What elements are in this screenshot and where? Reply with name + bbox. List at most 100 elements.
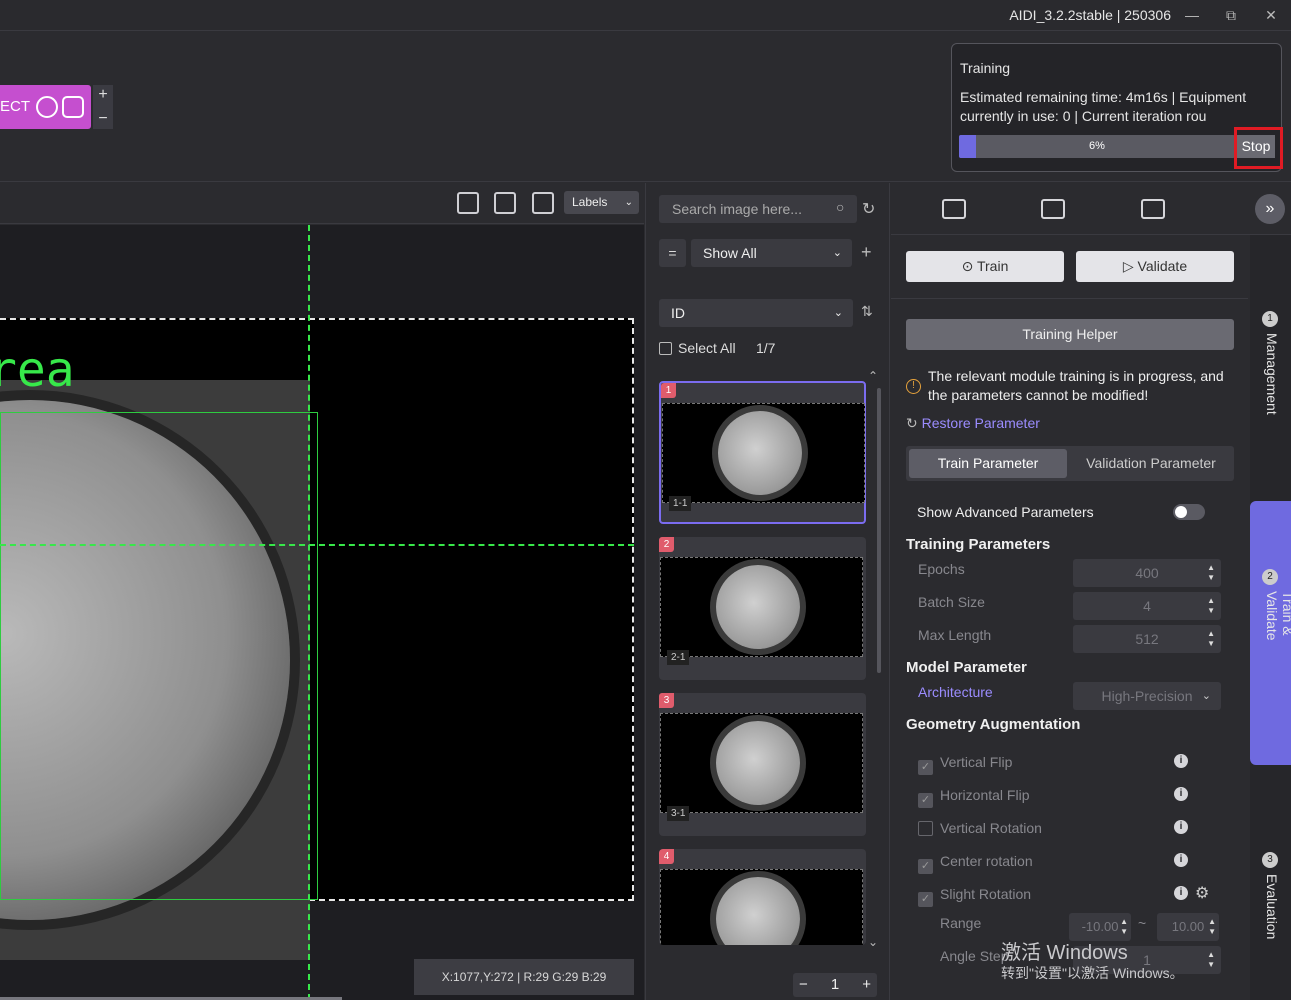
module-chip[interactable]: ECT (0, 85, 91, 129)
app-title: AIDI_3.2.2stable | 250306 (1009, 7, 1171, 23)
filter-operator-button[interactable]: = (659, 239, 686, 267)
list-item[interactable]: 3 3-1 (659, 693, 866, 836)
validate-button[interactable]: ▷ Validate (1076, 251, 1234, 282)
save-icon[interactable] (494, 192, 516, 214)
select-all-checkbox[interactable]: Select All (659, 340, 736, 356)
scroll-top-icon[interactable]: ⌃ (868, 369, 878, 383)
info-icon[interactable]: i (1174, 754, 1188, 768)
thumb-sub-label: 3-1 (667, 806, 690, 821)
chevron-down-icon: ⌄ (1201, 690, 1211, 702)
training-helper-button[interactable]: Training Helper (906, 319, 1234, 350)
aug-label: Vertical Rotation (940, 820, 1042, 836)
refresh-icon[interactable]: ↻ (862, 199, 875, 219)
training-params-title: Training Parameters (906, 536, 1051, 553)
image-search-input[interactable]: Search image here... (659, 195, 857, 223)
add-folder-icon[interactable] (1041, 199, 1065, 219)
tab-validation-parameter[interactable]: Validation Parameter (1071, 449, 1231, 478)
architecture-select[interactable]: High-Precision ⌄ (1073, 682, 1221, 710)
list-item[interactable]: 2 2-1 (659, 537, 866, 680)
range-separator: ~ (1138, 915, 1147, 931)
step-label: Train & Validate (1264, 591, 1291, 641)
app-window: AIDI_3.2.2stable | 250306 — ⧉ ✕ ECT + − … (0, 0, 1291, 1000)
thumbnail-disc (716, 877, 800, 945)
play-icon: ▷ (1122, 258, 1134, 274)
restore-button[interactable]: ⧉ (1219, 4, 1243, 26)
list-scrollbar[interactable] (877, 388, 881, 673)
sort-order-icon[interactable]: ⇅ (861, 303, 873, 320)
tab-train-parameter[interactable]: Train Parameter (909, 449, 1067, 478)
range-max-input[interactable]: 10.00 ▲ ▼ (1157, 913, 1219, 941)
location-pin-icon: ⊙ (961, 258, 974, 274)
restore-parameter-link[interactable]: ↻ Restore Parameter (906, 415, 1040, 432)
aug-center-rotation[interactable]: ✓ Center rotation (918, 853, 1033, 874)
search-icon[interactable]: ○ (836, 199, 844, 215)
toggle-knob (1175, 506, 1187, 518)
spin-arrows-icon[interactable]: ▲ ▼ (1208, 917, 1216, 937)
chevron-down-icon: ⌄ (624, 197, 633, 208)
page-input[interactable]: − 1 + (793, 973, 877, 997)
close-button[interactable]: ✕ (1259, 4, 1283, 26)
thumbnail-image (660, 557, 863, 657)
activation-watermark-sub: 转到"设置"以激活 Windows。 (1001, 965, 1184, 981)
parameter-panel: » ⊙ Train ▷ Validate Training Helper ! T… (891, 183, 1291, 1000)
ok-image-icon[interactable] (457, 192, 479, 214)
spin-arrows-icon[interactable]: ▲ ▼ (1207, 629, 1215, 649)
image-canvas[interactable]: rea X:1077,Y:272 | R:29 G:29 B:29 (0, 225, 644, 1000)
aug-label: Vertical Flip (940, 754, 1013, 770)
aug-vertical-rotation[interactable]: Vertical Rotation (918, 820, 1042, 836)
thumbnail-disc (718, 411, 802, 495)
location-pin-icon[interactable] (36, 96, 58, 118)
range-max-value: 10.00 (1171, 919, 1205, 934)
sort-select-value: ID (671, 305, 685, 321)
batch-size-label: Batch Size (918, 594, 985, 610)
max-length-input[interactable]: 512 ▲ ▼ (1073, 625, 1221, 653)
advanced-params-toggle[interactable] (1173, 504, 1205, 520)
add-filter-icon[interactable]: + (861, 242, 872, 263)
step-label: Evaluation (1264, 874, 1280, 940)
max-length-value: 512 (1135, 631, 1159, 647)
select-all-label: Select All (678, 340, 736, 356)
aug-slight-rotation[interactable]: ✓ Slight Rotation (918, 886, 1031, 907)
collapse-panel-icon[interactable]: » (1255, 194, 1285, 224)
roi-box[interactable] (0, 412, 318, 900)
spin-arrows-icon[interactable]: ▲ ▼ (1207, 563, 1215, 583)
training-title: Training (960, 60, 1011, 76)
scroll-bottom-icon[interactable]: ⌄ (868, 935, 878, 949)
minimize-button[interactable]: — (1180, 4, 1204, 26)
list-item[interactable]: 1 1-1 (659, 381, 866, 524)
filter-select[interactable]: Show All ⌄ (691, 239, 852, 267)
page-prev-icon[interactable]: − (799, 973, 808, 997)
aug-vertical-flip[interactable]: ✓ Vertical Flip (918, 754, 1012, 775)
gear-icon[interactable]: ⚙ (1195, 883, 1209, 903)
add-module-button[interactable]: + (93, 85, 113, 105)
train-button-label: Train (976, 258, 1009, 274)
add-image-icon[interactable] (942, 199, 966, 219)
parameter-tabs: Train Parameter Validation Parameter (906, 446, 1234, 481)
aug-label: Slight Rotation (940, 886, 1032, 902)
save-as-icon[interactable] (532, 192, 554, 214)
spin-arrows-icon[interactable]: ▲ ▼ (1207, 596, 1215, 616)
architecture-value: High-Precision (1101, 688, 1193, 704)
range-label: Range (940, 915, 982, 931)
info-icon[interactable]: i (1174, 820, 1188, 834)
list-item[interactable]: 4 (659, 849, 866, 945)
play-icon[interactable] (62, 96, 84, 118)
batch-size-input[interactable]: 4 ▲ ▼ (1073, 592, 1221, 620)
aug-horizontal-flip[interactable]: ✓ Horizontal Flip (918, 787, 1029, 808)
export-image-icon[interactable] (1141, 199, 1165, 219)
sort-select[interactable]: ID ⌄ (659, 299, 853, 327)
page-next-icon[interactable]: + (862, 973, 871, 997)
labels-select[interactable]: Labels ⌄ (564, 191, 639, 214)
info-icon[interactable]: i (1174, 886, 1188, 900)
spin-arrows-icon[interactable]: ▲ ▼ (1120, 917, 1128, 937)
epochs-label: Epochs (918, 561, 965, 577)
train-button[interactable]: ⊙ Train (906, 251, 1064, 282)
spin-arrows-icon[interactable]: ▲ ▼ (1207, 950, 1215, 970)
thumb-badge: 4 (659, 849, 674, 864)
info-icon[interactable]: i (1174, 853, 1188, 867)
remove-module-button[interactable]: − (93, 109, 113, 129)
range-min-value: -10.00 (1081, 919, 1119, 934)
aug-label: Horizontal Flip (940, 787, 1030, 803)
epochs-input[interactable]: 400 ▲ ▼ (1073, 559, 1221, 587)
info-icon[interactable]: i (1174, 787, 1188, 801)
